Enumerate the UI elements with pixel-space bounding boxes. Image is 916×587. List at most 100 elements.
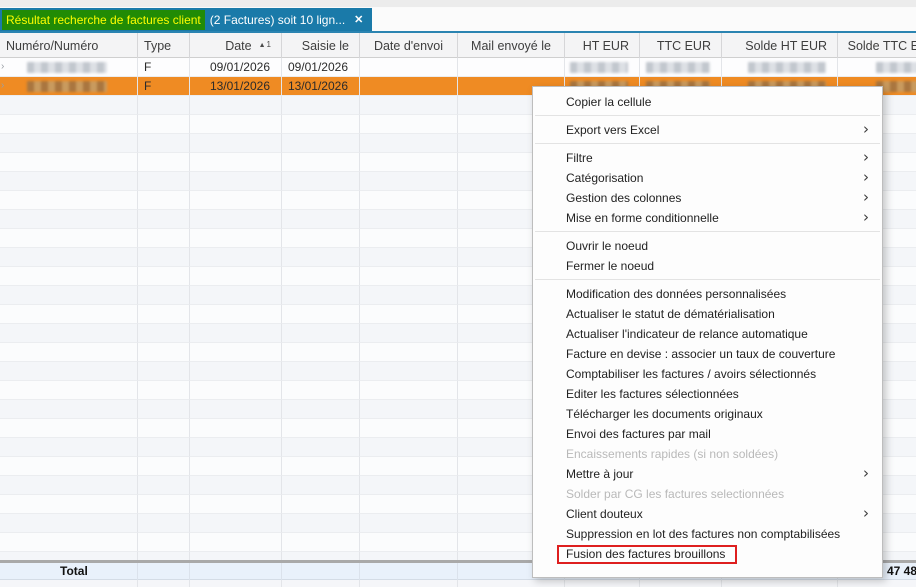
- menu-item-editer-les-factures-s-lectionn-es[interactable]: Editer les factures sélectionnées: [533, 384, 882, 404]
- empty-cell: [282, 229, 360, 248]
- empty-cell: [282, 153, 360, 172]
- window-top-strip: [0, 0, 916, 8]
- cell-num-ro-num-ro[interactable]: [0, 58, 138, 77]
- empty-cell: [138, 229, 190, 248]
- menu-item-fusion-des-factures-brouillons[interactable]: Fusion des factures brouillons: [533, 544, 882, 564]
- menu-item-cat-gorisation[interactable]: Catégorisation›: [533, 168, 882, 188]
- empty-cell: [138, 438, 190, 457]
- menu-item-fermer-le-noeud[interactable]: Fermer le noeud: [533, 256, 882, 276]
- menu-item-mettre-jour[interactable]: Mettre à jour›: [533, 464, 882, 484]
- menu-item-mise-en-forme-conditionnelle[interactable]: Mise en forme conditionnelle›: [533, 208, 882, 228]
- empty-cell: [138, 362, 190, 381]
- menu-item-suppression-en-lot-des-factures-non-comptabilis-es[interactable]: Suppression en lot des factures non comp…: [533, 524, 882, 544]
- menu-item-modification-des-donn-es-personnalis-es[interactable]: Modification des données personnalisées: [533, 284, 882, 304]
- empty-cell: [190, 514, 282, 533]
- menu-item-label: Modification des données personnalisées: [566, 287, 786, 301]
- menu-item-label: Catégorisation: [566, 171, 643, 185]
- column-header-label: Date d'envoi: [374, 34, 443, 58]
- submenu-arrow-icon: ›: [863, 208, 869, 227]
- empty-cell: [360, 438, 458, 457]
- sort-indicator: ▲1: [259, 42, 271, 50]
- empty-cell: [138, 305, 190, 324]
- empty-cell: [138, 267, 190, 286]
- column-header-solde-ht-eur[interactable]: Solde HT EUR: [722, 33, 838, 58]
- empty-cell: [0, 343, 138, 362]
- column-header-mail-envoy-le[interactable]: Mail envoyé le: [458, 33, 565, 58]
- total-cell: [190, 563, 282, 580]
- column-header-label: Numéro/Numéro: [6, 34, 98, 58]
- table-row[interactable]: ›F09/01/202609/01/2026: [0, 58, 916, 77]
- cell-mail-envoy-le[interactable]: [458, 58, 565, 77]
- empty-cell: [190, 552, 282, 560]
- empty-cell: [282, 514, 360, 533]
- menu-item-facture-en-devise-associer-un-taux-de-couverture[interactable]: Facture en devise : associer un taux de …: [533, 344, 882, 364]
- menu-item-client-douteux[interactable]: Client douteux›: [533, 504, 882, 524]
- menu-item-t-l-charger-les-documents-originaux[interactable]: Télécharger les documents originaux: [533, 404, 882, 424]
- cell-ttc-eur[interactable]: [640, 58, 722, 77]
- empty-cell: [0, 438, 138, 457]
- empty-cell: [0, 419, 138, 438]
- empty-cell: [282, 552, 360, 560]
- empty-cell: [0, 267, 138, 286]
- cell-value: F: [144, 79, 151, 93]
- column-header-date-d-envoi[interactable]: Date d'envoi: [360, 33, 458, 58]
- row-expander-icon[interactable]: ›: [1, 80, 4, 92]
- tab-close-icon[interactable]: ✕: [354, 13, 363, 26]
- cell-date[interactable]: 09/01/2026: [190, 58, 282, 77]
- cell-type[interactable]: F: [138, 77, 190, 96]
- empty-cell: [282, 476, 360, 495]
- menu-item-filtre[interactable]: Filtre›: [533, 148, 882, 168]
- redacted-value: [27, 81, 107, 92]
- empty-cell: [360, 229, 458, 248]
- column-header-label: HT EUR: [583, 34, 629, 58]
- empty-cell: [0, 210, 138, 229]
- column-header-solde-ttc-eur[interactable]: Solde TTC EUR: [838, 33, 916, 58]
- cell-solde-ht-eur[interactable]: [722, 58, 838, 77]
- cell-date[interactable]: 13/01/2026: [190, 77, 282, 96]
- cell-saisie-le[interactable]: 09/01/2026: [282, 58, 360, 77]
- submenu-arrow-icon: ›: [863, 188, 869, 207]
- cell-date-d-envoi[interactable]: [360, 58, 458, 77]
- empty-cell: [190, 172, 282, 191]
- cell-type[interactable]: F: [138, 58, 190, 77]
- submenu-arrow-icon: ›: [863, 464, 869, 483]
- menu-item-gestion-des-colonnes[interactable]: Gestion des colonnes›: [533, 188, 882, 208]
- cell-solde-ttc-eur[interactable]: [838, 58, 916, 77]
- menu-item-actualiser-l-indicateur-de-relance-automatique[interactable]: Actualiser l'indicateur de relance autom…: [533, 324, 882, 344]
- sort-arrow-icon: ▲: [259, 42, 266, 49]
- cell-date-d-envoi[interactable]: [360, 77, 458, 96]
- empty-cell: [0, 172, 138, 191]
- empty-cell: [0, 324, 138, 343]
- menu-item-ouvrir-le-noeud[interactable]: Ouvrir le noeud: [533, 236, 882, 256]
- empty-cell: [282, 96, 360, 115]
- bottom-cell: [282, 580, 360, 587]
- tab-resultat-recherche[interactable]: Résultat recherche de factures client (2…: [0, 8, 372, 31]
- total-cell: [360, 563, 458, 580]
- empty-cell: [190, 267, 282, 286]
- submenu-arrow-icon: ›: [863, 148, 869, 167]
- cell-num-ro-num-ro[interactable]: [0, 77, 138, 96]
- column-header-saisie-le[interactable]: Saisie le: [282, 33, 360, 58]
- bottom-partial-row: [0, 580, 916, 587]
- menu-item-copier-la-cellule[interactable]: Copier la cellule: [533, 92, 882, 112]
- column-header-ttc-eur[interactable]: TTC EUR: [640, 33, 722, 58]
- submenu-arrow-icon: ›: [863, 504, 869, 523]
- empty-cell: [282, 533, 360, 552]
- column-header-date[interactable]: Date▲1: [190, 33, 282, 58]
- menu-item-export-vers-excel[interactable]: Export vers Excel›: [533, 120, 882, 140]
- empty-cell: [138, 514, 190, 533]
- menu-item-actualiser-le-statut-de-d-mat-rialisation[interactable]: Actualiser le statut de dématérialisatio…: [533, 304, 882, 324]
- row-expander-icon[interactable]: ›: [1, 61, 4, 73]
- menu-item-label: Editer les factures sélectionnées: [566, 387, 739, 401]
- column-header-type[interactable]: Type: [138, 33, 190, 58]
- column-header-ht-eur[interactable]: HT EUR: [565, 33, 640, 58]
- empty-cell: [282, 210, 360, 229]
- cell-saisie-le[interactable]: 13/01/2026: [282, 77, 360, 96]
- menu-item-envoi-des-factures-par-mail[interactable]: Envoi des factures par mail: [533, 424, 882, 444]
- empty-cell: [282, 381, 360, 400]
- empty-cell: [360, 115, 458, 134]
- column-header-num-ro-num-ro[interactable]: Numéro/Numéro: [0, 33, 138, 58]
- menu-item-comptabiliser-les-factures-avoirs-s-lectionn-s[interactable]: Comptabiliser les factures / avoirs séle…: [533, 364, 882, 384]
- cell-ht-eur[interactable]: [565, 58, 640, 77]
- app-window: Résultat recherche de factures client (2…: [0, 0, 916, 587]
